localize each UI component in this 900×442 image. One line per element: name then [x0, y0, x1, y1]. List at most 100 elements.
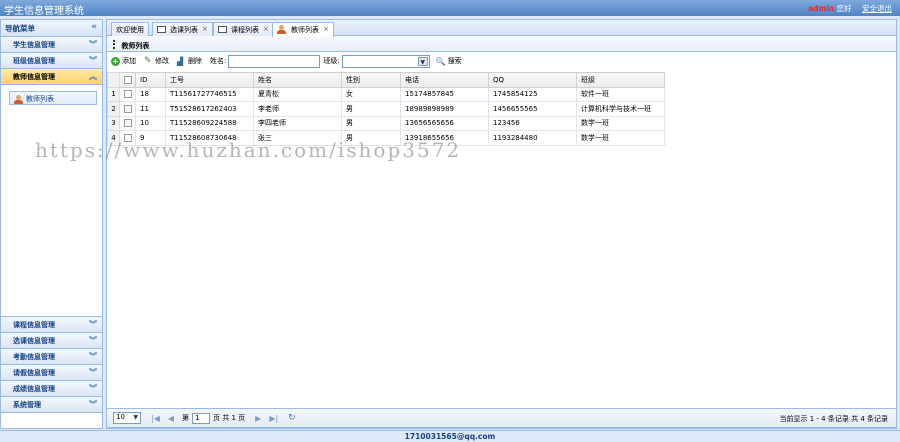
- pencil-icon: ✎: [144, 55, 152, 66]
- table-row[interactable]: 3 10 T11528609224588 李四老师 男 13656565656 …: [107, 115, 665, 131]
- cell-name: 李老师: [253, 101, 342, 117]
- prev-page-icon[interactable]: ◀: [168, 414, 174, 423]
- cell-name: 李四老师: [253, 115, 342, 131]
- column-header[interactable]: 性别: [341, 72, 401, 88]
- add-button[interactable]: + 添加: [111, 56, 136, 66]
- sidebar-item-label: 教师信息管理: [13, 73, 55, 81]
- edit-button[interactable]: ✎ 修改: [144, 56, 169, 66]
- sidebar-item-label: 系统管理: [13, 401, 41, 409]
- nav-menu-title: 导航菜单: [5, 24, 35, 33]
- sidebar-link-label: 教师列表: [26, 95, 54, 103]
- name-input[interactable]: [228, 54, 321, 68]
- page-total: 页 共 1 页: [213, 414, 246, 422]
- sidebar-item-selection[interactable]: 选课信息管理 ︾: [1, 333, 102, 349]
- column-header[interactable]: 班级: [576, 72, 665, 88]
- first-page-icon[interactable]: |◀: [151, 414, 160, 423]
- table-row[interactable]: 1 18 T11561727746515 夏青松 女 15174857845 1…: [107, 86, 665, 102]
- tab-welcome[interactable]: 欢迎使用: [111, 22, 149, 36]
- cell-qq: 1193284480: [488, 130, 577, 146]
- sidebar-item-leave[interactable]: 请假信息管理 ︾: [1, 365, 102, 381]
- column-header[interactable]: 工号: [165, 72, 254, 88]
- row-checkbox[interactable]: [123, 119, 132, 128]
- sidebar-item-label: 选课信息管理: [13, 337, 55, 345]
- name-label: 姓名:: [210, 57, 227, 65]
- trash-icon: ▟: [177, 56, 184, 66]
- row-checkbox-cell: [119, 86, 136, 102]
- chevron-down-icon: ▼: [133, 414, 138, 421]
- delete-label: 删除: [188, 57, 202, 65]
- row-checkbox-cell: [119, 130, 136, 146]
- logout-link[interactable]: 安全退出: [862, 4, 892, 13]
- cell-name: 张三: [253, 130, 342, 146]
- cell-phone: 13918655656: [400, 130, 489, 146]
- select-all-checkbox[interactable]: [123, 75, 132, 84]
- row-checkbox-cell: [119, 115, 136, 131]
- person-icon: [14, 94, 23, 104]
- sidebar-item-student[interactable]: 学生信息管理 ︾: [1, 37, 102, 53]
- row-checkbox-cell: [119, 101, 136, 117]
- table-header-row: ID 工号 姓名 性别 电话 QQ 班级: [107, 72, 665, 88]
- delete-button[interactable]: ▟ 删除: [177, 56, 202, 66]
- table-row[interactable]: 2 11 T51528617262403 李老师 男 18989898989 1…: [107, 101, 665, 117]
- person-icon: [277, 25, 286, 34]
- tab-teacher-list[interactable]: 教师列表 ×: [272, 22, 334, 37]
- tab-selection-list[interactable]: 选课列表 ×: [152, 22, 213, 36]
- sidebar-item-system[interactable]: 系统管理 ︾: [1, 397, 102, 413]
- search-label: 搜索: [447, 57, 462, 65]
- next-page-icon[interactable]: ▶: [255, 414, 261, 423]
- close-icon[interactable]: ×: [202, 25, 208, 33]
- cell-class: 数学一班: [576, 130, 665, 146]
- collapse-icon[interactable]: «: [91, 22, 97, 32]
- cell-no: T11561727746515: [165, 86, 254, 102]
- chevron-down-icon: ︾: [89, 400, 97, 409]
- cell-qq: 123456: [488, 115, 577, 131]
- sidebar-item-score[interactable]: 成绩信息管理 ︾: [1, 381, 102, 397]
- close-icon[interactable]: ×: [263, 25, 269, 33]
- row-checkbox[interactable]: [123, 90, 132, 99]
- chevron-down-icon: ︾: [89, 336, 97, 345]
- class-select[interactable]: ▼: [341, 54, 430, 68]
- row-number-header: [107, 72, 120, 88]
- row-number: 3: [107, 115, 120, 131]
- cell-id: 18: [135, 86, 166, 102]
- sidebar-item-attendance[interactable]: 考勤信息管理 ︾: [1, 349, 102, 365]
- pagination-bar: 10 ▼ |◀ ◀ 第 1 页 共 1 页 ▶ ▶| ↻ 当前显示 1 - 4 …: [106, 408, 897, 428]
- row-checkbox[interactable]: [123, 104, 132, 113]
- sidebar-item-teacher[interactable]: 教师信息管理 ︽: [1, 69, 102, 85]
- add-label: 添加: [122, 57, 136, 65]
- sidebar-item-class[interactable]: 班级信息管理 ︾: [1, 53, 102, 69]
- page-size-select[interactable]: 10 ▼: [113, 412, 141, 424]
- cell-no: T51528617262403: [165, 101, 254, 117]
- column-header[interactable]: 电话: [400, 72, 489, 88]
- page-info: 当前显示 1 - 4 条记录 共 4 条记录: [779, 415, 888, 423]
- table-row[interactable]: 4 9 T11528608730648 张三 男 13918655656 119…: [107, 130, 665, 146]
- chevron-down-icon[interactable]: ▼: [417, 56, 428, 66]
- panel-header: 教师列表: [107, 36, 896, 52]
- column-header[interactable]: 姓名: [253, 72, 342, 88]
- sidebar-link-teacher-list[interactable]: 教师列表: [9, 91, 97, 105]
- page-number-input[interactable]: 1: [192, 412, 211, 424]
- tab-label: 选课列表: [170, 26, 198, 34]
- sidebar-item-label: 课程信息管理: [13, 321, 55, 329]
- close-icon[interactable]: ×: [323, 25, 329, 33]
- chevron-down-icon: ︾: [89, 368, 97, 377]
- sidebar-item-course[interactable]: 课程信息管理 ︾: [1, 317, 102, 333]
- refresh-icon[interactable]: ↻: [288, 413, 296, 423]
- column-header[interactable]: ID: [135, 72, 166, 88]
- top-bar: 学生信息管理系统 admin 您好 安全退出: [0, 0, 900, 17]
- tab-label: 课程列表: [231, 26, 259, 34]
- column-header[interactable]: QQ: [488, 72, 577, 88]
- last-page-icon[interactable]: ▶|: [269, 414, 278, 423]
- cell-no: T11528608730648: [165, 130, 254, 146]
- tab-course-list[interactable]: 课程列表 ×: [213, 22, 274, 36]
- row-checkbox[interactable]: [123, 133, 132, 142]
- chevron-up-icon: ︽: [89, 72, 97, 81]
- cell-id: 11: [135, 101, 166, 117]
- page-size-value: 10: [116, 413, 125, 421]
- cell-name: 夏青松: [253, 86, 342, 102]
- toolbar: + 添加 ✎ 修改 ▟ 删除 姓名: 班级: ▼ 🔍 搜索: [107, 52, 896, 70]
- main-area: 欢迎使用 选课列表 × 课程列表 × 教师列表 × 教师列表 + 添加 ✎ 修改: [106, 19, 897, 429]
- plus-icon: +: [111, 56, 120, 66]
- search-button[interactable]: 🔍 搜索: [436, 56, 462, 66]
- window-icon: [218, 26, 227, 33]
